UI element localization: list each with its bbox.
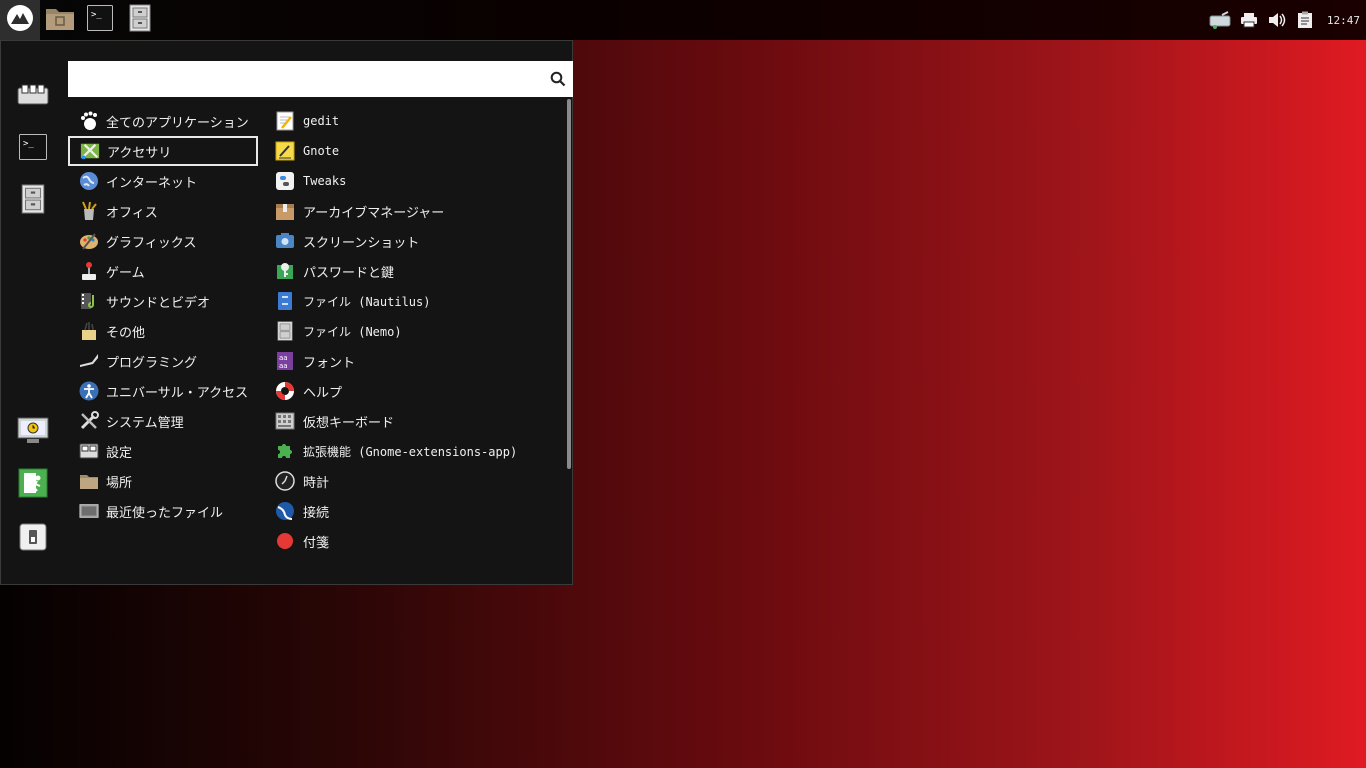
shutdown-button[interactable] [17,523,49,555]
panel-clock[interactable]: 12:47 [1319,14,1366,27]
category-all-applications[interactable]: 全てのアプリケーション [68,106,258,136]
settings-manager-icon [17,83,49,111]
programming-icon [79,351,99,371]
app-gnote[interactable]: Gnote [275,136,565,166]
app-virtual-keyboard[interactable]: 仮想キーボード [275,406,565,436]
system-tools-icon [79,411,99,431]
category-internet[interactable]: インターネット [68,166,258,196]
category-programming[interactable]: プログラミング [68,346,258,376]
svg-text:>_: >_ [91,10,102,20]
fonts-icon: aa aa [275,351,295,371]
terminal-launcher[interactable]: >_ [80,0,120,40]
menu-search-bar [68,61,573,97]
app-clock[interactable]: 時計 [275,466,565,496]
app-connections[interactable]: 接続 [275,496,565,526]
keyring-icon [275,261,295,281]
graphics-icon [79,231,99,251]
app-files-nautilus[interactable]: ファイル (Nautilus) [275,286,565,316]
app-extensions[interactable]: 拡張機能 (Gnome-extensions-app) [275,436,565,466]
app-tweaks[interactable]: Tweaks [275,166,565,196]
category-games[interactable]: ゲーム [68,256,258,286]
keyboard-icon [275,411,295,431]
folder-icon [79,471,99,491]
app-screenshot[interactable]: スクリーンショット [275,226,565,256]
settings-manager-button[interactable] [17,81,49,113]
accessories-icon [80,141,100,161]
text-editor-icon [275,111,295,131]
gnome-foot-icon [79,111,99,131]
office-icon [79,201,99,221]
category-other[interactable]: その他 [68,316,258,346]
volume-icon[interactable] [1263,0,1291,40]
notes-icon [275,141,295,161]
printer-icon[interactable] [1235,0,1263,40]
nemo-icon [275,321,295,341]
screen-lock-icon [17,417,49,449]
category-recent-files[interactable]: 最近使ったファイル [68,496,258,526]
menu-side-rail: >_ [1,41,65,584]
system-tray: 12:47 [1207,0,1366,40]
category-places[interactable]: 場所 [68,466,258,496]
other-icon [79,321,99,341]
globe-icon [79,171,99,191]
category-accessories[interactable]: アクセサリ [68,136,258,166]
clock-icon [275,471,295,491]
file-manager-icon [21,184,45,218]
applications-menu-button[interactable] [0,0,40,40]
category-office[interactable]: オフィス [68,196,258,226]
multimedia-icon [79,291,99,311]
category-system-tools[interactable]: システム管理 [68,406,258,436]
logout-button[interactable] [17,468,49,502]
settings-icon [79,441,99,461]
svg-text:>_: >_ [23,139,34,149]
terminal-icon: >_ [19,134,47,164]
terminal-button[interactable]: >_ [17,133,49,165]
search-input[interactable] [68,61,543,97]
home-folder-icon [45,5,75,35]
application-list: gedit Gnote Tweaks アーカイブマネージャー スクリーンショット… [275,106,565,577]
network-icon[interactable] [1207,0,1235,40]
app-list-scrollbar[interactable] [567,99,571,469]
category-universal-access[interactable]: ユニバーサル・アクセス [68,376,258,406]
distro-logo-icon [6,4,34,36]
nautilus-icon [275,291,295,311]
app-archive-manager[interactable]: アーカイブマネージャー [275,196,565,226]
category-graphics[interactable]: グラフィックス [68,226,258,256]
app-passwords-keys[interactable]: パスワードと鍵 [275,256,565,286]
connections-icon [275,501,295,521]
shutdown-icon [19,523,47,555]
archive-icon [275,201,295,221]
app-sticky[interactable]: 付箋 [275,526,565,556]
screen-lock-button[interactable] [17,417,49,449]
file-cabinet-launcher[interactable] [120,0,160,40]
app-files-nemo[interactable]: ファイル (Nemo) [275,316,565,346]
file-cabinet-icon [129,4,151,36]
terminal-icon: >_ [87,5,113,35]
file-manager-button[interactable] [17,184,49,218]
logout-icon [18,468,48,502]
screenshot-icon [275,231,295,251]
accessibility-icon [79,381,99,401]
extensions-puzzle-icon [275,441,295,461]
top-panel: >_ 12:47 [0,0,1366,40]
category-list: 全てのアプリケーション アクセサリ インターネット オフィス グラフィックス ゲ… [68,106,258,526]
home-folder-launcher[interactable] [40,0,80,40]
clipboard-icon[interactable] [1291,0,1319,40]
application-menu: >_ 全てのアプリケーション アクセサリ インターネット オフィス グラフィック… [0,40,573,585]
tweaks-icon [275,171,295,191]
app-fonts[interactable]: aa aa フォント [275,346,565,376]
category-settings[interactable]: 設定 [68,436,258,466]
search-icon[interactable] [543,71,573,87]
svg-text:aa: aa [279,354,288,362]
joystick-icon [79,261,99,281]
app-help[interactable]: ヘルプ [275,376,565,406]
sticky-icon [275,531,295,551]
help-lifebuoy-icon [275,381,295,401]
category-sound-video[interactable]: サウンドとビデオ [68,286,258,316]
recent-files-icon [79,501,99,521]
svg-text:aa: aa [279,362,288,370]
app-gedit[interactable]: gedit [275,106,565,136]
